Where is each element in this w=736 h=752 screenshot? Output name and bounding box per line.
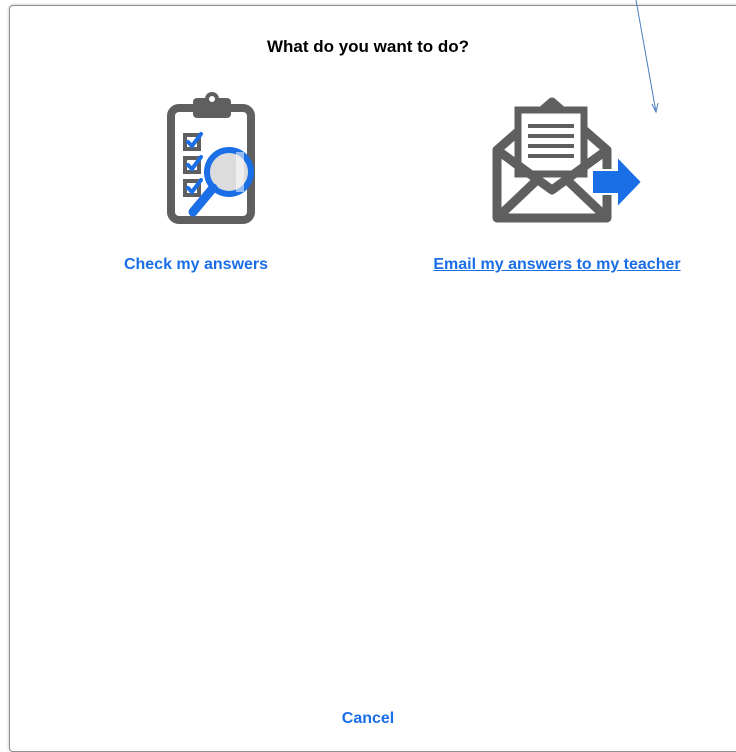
annotation-pointer-line: [635, 0, 659, 114]
